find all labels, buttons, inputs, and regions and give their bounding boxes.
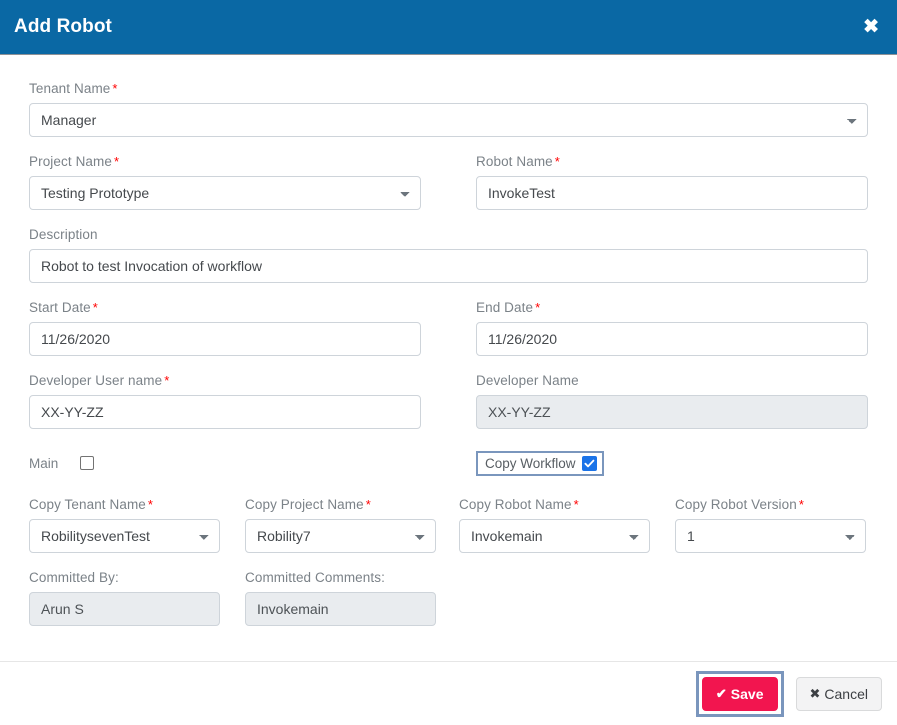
- modal-body: Tenant Name * Manager Project Name * Testi…: [0, 55, 897, 661]
- developer-name-input: [476, 395, 868, 429]
- copy-robot-name-select[interactable]: Invokemain: [459, 519, 650, 553]
- developer-user-name-label-text: Developer User name: [29, 373, 163, 388]
- developer-user-name-input[interactable]: [29, 395, 421, 429]
- required-asterisk: *: [573, 497, 579, 512]
- tenant-name-select[interactable]: Manager: [29, 103, 868, 137]
- committed-comments-label: Committed Comments:: [245, 570, 385, 585]
- required-asterisk: *: [113, 154, 120, 169]
- copy-tenant-name-label-text: Copy Tenant Name: [29, 497, 146, 512]
- main-label: Main: [29, 455, 59, 471]
- required-asterisk: *: [92, 300, 98, 315]
- check-icon: ✔: [715, 686, 727, 701]
- copy-robot-version-label: Copy Robot Version *: [675, 497, 866, 512]
- row-description: Description: [29, 227, 868, 300]
- copy-workflow-label: Copy Workflow: [485, 455, 576, 471]
- field-description: Description: [29, 227, 868, 283]
- row-copy-selects: Copy Tenant Name * RobilitysevenTest Copy…: [29, 497, 868, 570]
- copy-workflow-group: Copy Workflow: [476, 446, 868, 480]
- field-copy-project-name: Copy Project Name * Robility7: [245, 497, 436, 553]
- field-end-date: End Date *: [476, 300, 868, 356]
- tenant-name-label: Tenant Name *: [29, 81, 868, 96]
- developer-name-label: Developer Name: [476, 373, 579, 388]
- copy-robot-version-select[interactable]: 1: [675, 519, 866, 553]
- copy-tenant-name-label: Copy Tenant Name *: [29, 497, 220, 512]
- save-button-label: Save: [730, 685, 764, 702]
- description-input[interactable]: [29, 249, 868, 283]
- copy-project-name-label-text: Copy Project Name: [245, 497, 364, 512]
- copy-robot-version-label-text: Copy Robot Version: [675, 497, 797, 512]
- close-x-icon: ✖: [809, 686, 821, 701]
- committed-by-label: Committed By:: [29, 570, 119, 585]
- required-asterisk: *: [164, 373, 170, 388]
- field-copy-tenant-name: Copy Tenant Name * RobilitysevenTest: [29, 497, 220, 553]
- row-dates: Start Date* End Date*: [29, 300, 868, 373]
- start-date-label-text: Start Date: [29, 300, 91, 315]
- copy-robot-name-label: Copy Robot Name *: [459, 497, 650, 512]
- modal-header: Add Robot ✖: [0, 0, 897, 55]
- close-icon[interactable]: ✖: [859, 16, 883, 39]
- field-project-name: Project Name * Testing Prototype: [29, 154, 421, 210]
- modal-footer: ✔ Save ✖ Cancel: [0, 661, 897, 725]
- required-asterisk: *: [535, 300, 541, 315]
- project-name-select[interactable]: Testing Prototype: [29, 176, 421, 210]
- add-robot-modal: Add Robot ✖ Tenant Name * Manager Project…: [0, 0, 897, 725]
- row-committed: Committed By: Committed Comments:: [29, 570, 868, 643]
- row-tenant: Tenant Name * Manager: [29, 81, 868, 154]
- robot-name-label-text: Robot Name: [476, 154, 553, 169]
- required-asterisk: *: [554, 154, 560, 169]
- save-button[interactable]: ✔ Save: [701, 676, 778, 711]
- copy-project-name-label: Copy Project Name *: [245, 497, 436, 512]
- field-tenant-name: Tenant Name * Manager: [29, 81, 868, 137]
- field-developer-user-name: Developer User name *: [29, 373, 421, 429]
- start-date-label: Start Date *: [29, 300, 421, 315]
- required-asterisk: *: [798, 497, 805, 512]
- robot-name-label: Robot Name *: [476, 154, 868, 169]
- field-committed-comments: Committed Comments:: [245, 570, 436, 626]
- project-name-label-text: Project Name: [29, 154, 112, 169]
- field-robot-name: Robot Name *: [476, 154, 868, 210]
- developer-user-name-label: Developer User name *: [29, 373, 421, 388]
- description-label: Description: [29, 227, 98, 242]
- required-asterisk: *: [112, 81, 118, 96]
- copy-workflow-box[interactable]: Copy Workflow: [476, 450, 604, 476]
- row-checkboxes: Main Copy Workflow: [29, 446, 868, 497]
- row-developer: Developer User name* Developer Name: [29, 373, 868, 446]
- start-date-input[interactable]: [29, 322, 421, 356]
- copy-project-name-select[interactable]: Robility7: [245, 519, 436, 553]
- field-copy-robot-version: Copy Robot Version * 1: [675, 497, 866, 553]
- cancel-button[interactable]: ✖ Cancel: [795, 676, 882, 711]
- project-name-label: Project Name *: [29, 154, 421, 169]
- committed-comments-input: [245, 592, 436, 626]
- field-copy-robot-name: Copy Robot Name * Invokemain: [459, 497, 650, 553]
- page-title: Add Robot: [14, 16, 112, 37]
- field-developer-name: Developer Name: [476, 373, 868, 429]
- copy-tenant-name-select[interactable]: RobilitysevenTest: [29, 519, 220, 553]
- robot-name-input[interactable]: [476, 176, 868, 210]
- save-button-focus-ring: ✔ Save: [695, 670, 784, 717]
- field-start-date: Start Date *: [29, 300, 421, 356]
- copy-robot-name-label-text: Copy Robot Name: [459, 497, 572, 512]
- required-asterisk: *: [147, 497, 154, 512]
- end-date-input[interactable]: [476, 322, 868, 356]
- main-checkbox[interactable]: [80, 456, 95, 470]
- end-date-label-text: End Date: [476, 300, 534, 315]
- field-committed-by: Committed By:: [29, 570, 220, 626]
- tenant-name-label-text: Tenant Name: [29, 81, 111, 96]
- main-checkbox-group: Main: [29, 446, 421, 480]
- required-asterisk: *: [365, 497, 371, 512]
- end-date-label: End Date *: [476, 300, 868, 315]
- row-project-robot: Project Name * Testing Prototype Robot Na…: [29, 154, 868, 227]
- cancel-button-label: Cancel: [824, 685, 868, 702]
- committed-by-input: [29, 592, 220, 626]
- copy-workflow-checkbox[interactable]: [581, 455, 597, 471]
